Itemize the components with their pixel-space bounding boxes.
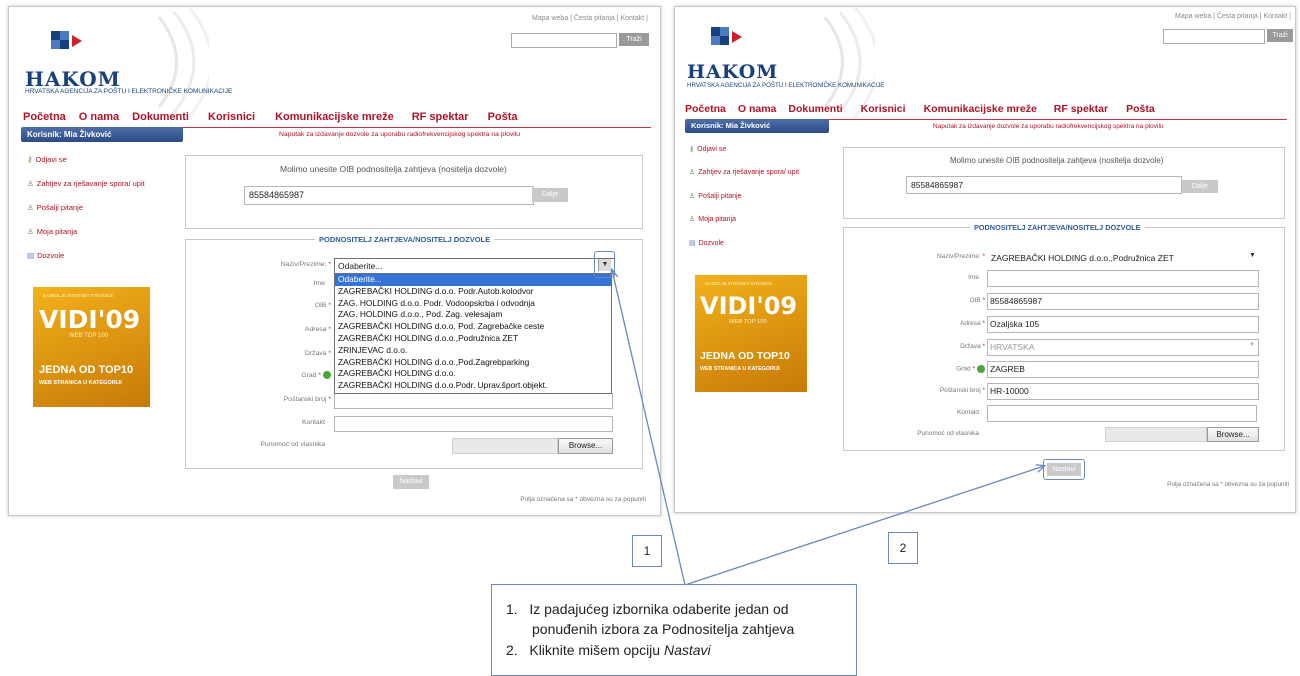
instruction-line-3: 2. Kliknite mišem opciju Nastavi bbox=[506, 642, 711, 658]
step-2-box: 2 bbox=[888, 532, 918, 564]
instructions-box: 1. Iz padajućeg izbornika odaberite jeda… bbox=[491, 584, 857, 676]
instruction-line-1: 1. Iz padajućeg izbornika odaberite jeda… bbox=[506, 601, 789, 617]
arrow-to-nastavi bbox=[684, 466, 1044, 586]
step-1-box: 1 bbox=[632, 535, 662, 567]
instruction-line-2: ponuđenih izbora za Podnositelja zahtjev… bbox=[532, 621, 795, 637]
callout-arrows bbox=[0, 0, 1300, 586]
